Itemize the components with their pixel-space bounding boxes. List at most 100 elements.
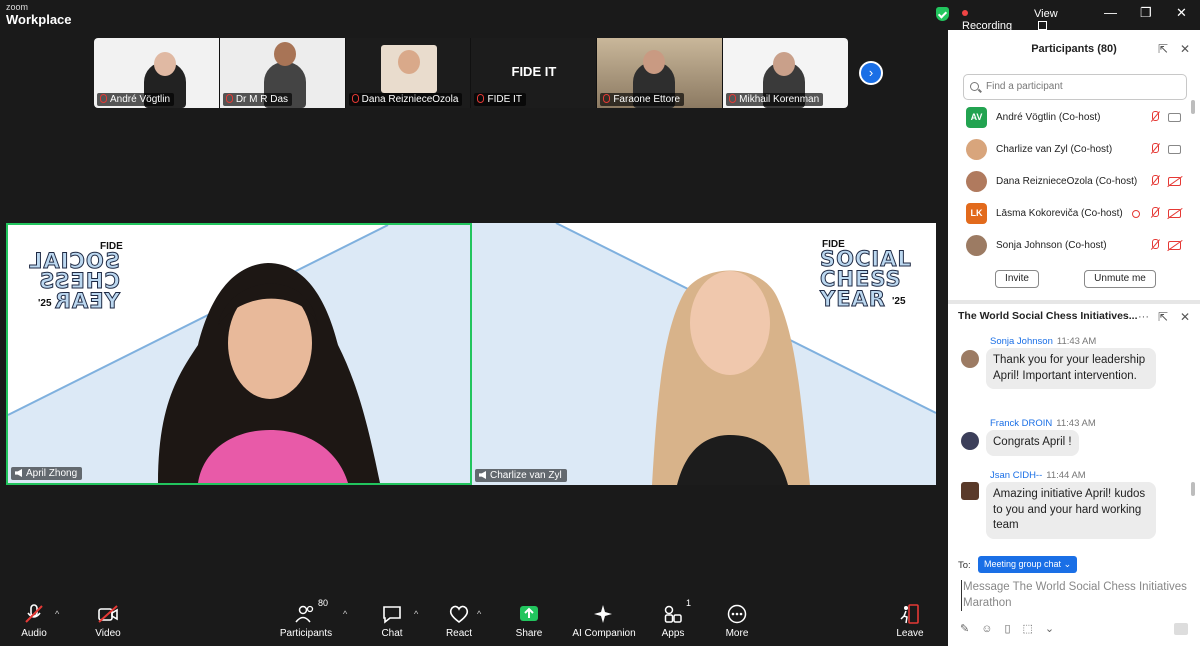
format-icon[interactable]: ✎ xyxy=(960,623,981,635)
chat-scrollbar[interactable] xyxy=(1191,482,1195,496)
sender-name: Jsan CIDH-- xyxy=(990,470,1043,481)
recipient-dropdown[interactable]: Meeting group chat ⌄ xyxy=(978,556,1078,573)
participant-row[interactable]: Sonja Johnson (Co-host) xyxy=(948,230,1200,262)
ai-companion-label: AI Companion xyxy=(572,628,636,639)
recording-dot-icon xyxy=(962,10,968,16)
recording-indicator[interactable]: Recording xyxy=(962,8,1012,32)
thumbnail-tile[interactable]: FIDE IT FIDE IT xyxy=(471,38,598,108)
message-sender: Jsan CIDH-- 11:44 AM xyxy=(990,470,1086,481)
message-sender: Franck DROIN 11:43 AM xyxy=(990,418,1096,429)
invite-button[interactable]: Invite xyxy=(995,270,1039,288)
thumbnail-name: Faraone Ettore xyxy=(613,94,681,105)
thumbnail-tile[interactable]: André Vögtlin xyxy=(94,38,220,108)
thumbnail-name-tag: Dana ReizniecеOzola xyxy=(348,93,463,106)
mic-muted-icon[interactable] xyxy=(1150,111,1159,123)
participant-head xyxy=(773,52,796,76)
video-button[interactable]: Video xyxy=(68,604,148,639)
video-tile[interactable]: FIDE SOCIAL CHESS YEAR '25 Charlize van … xyxy=(472,223,936,485)
message-sender: Sonja Johnson 11:43 AM xyxy=(990,336,1096,347)
panel-divider xyxy=(948,300,1200,304)
chat-label: Chat xyxy=(381,628,403,639)
message-input[interactable]: Message The World Social Chess Initiativ… xyxy=(961,580,1191,611)
audio-options-caret[interactable]: ^ xyxy=(55,609,59,619)
participant-name: Dana ReizniecеOzola (Co-host) xyxy=(996,176,1138,187)
participant-search-input[interactable]: Find a participant xyxy=(963,74,1187,100)
close-window-button[interactable]: ✕ xyxy=(1176,5,1187,21)
message-time: 11:44 AM xyxy=(1046,470,1086,481)
more-label: More xyxy=(725,628,749,639)
thumbnail-name-tag: Dr M R Das xyxy=(222,93,293,106)
close-panel-icon[interactable]: ✕ xyxy=(1180,42,1190,56)
message-bubble: Congrats April ! xyxy=(986,430,1079,456)
thumbnail-strip: André Vögtlin Dr M R Das Dana ReizniecеO… xyxy=(94,38,848,108)
share-button[interactable]: Share xyxy=(489,604,569,639)
camera-off-icon[interactable] xyxy=(1168,209,1181,218)
leave-button[interactable]: Leave xyxy=(870,604,950,639)
thumbnail-name: Dr M R Das xyxy=(235,94,289,105)
unmute-me-button[interactable]: Unmute me xyxy=(1084,270,1156,288)
chat-close-icon[interactable]: ✕ xyxy=(1180,310,1190,324)
avatar xyxy=(966,235,987,256)
thumbnail-tile[interactable]: Dana ReizniecеOzola xyxy=(345,38,472,108)
avatar xyxy=(961,482,979,500)
mic-muted-icon xyxy=(729,94,737,103)
participants-options-caret[interactable]: ^ xyxy=(343,609,347,619)
mic-muted-icon[interactable] xyxy=(1150,207,1159,219)
react-button[interactable]: React xyxy=(419,604,499,639)
thumbnail-name-tag: Faraone Ettore xyxy=(600,93,685,106)
screenshot-icon[interactable]: ⬚ xyxy=(1023,623,1045,635)
mic-muted-icon[interactable] xyxy=(1150,239,1159,251)
title-bar: zoom Workplace Recording View xyxy=(0,0,1058,33)
participant-name: Charlize van Zyl (Co-host) xyxy=(996,144,1113,155)
thumbnail-tile[interactable]: Faraone Ettore xyxy=(597,38,724,108)
mic-muted-icon[interactable] xyxy=(1150,143,1159,155)
participant-row[interactable]: AV André Vögtlin (Co-host) xyxy=(948,102,1200,134)
send-icon[interactable] xyxy=(1174,623,1188,635)
participant-name: Sonja Johnson (Co-host) xyxy=(996,240,1107,251)
thumbnail-name: Mikhail Korenman xyxy=(739,94,820,105)
restore-button[interactable]: ❐ xyxy=(1140,5,1152,21)
security-shield-icon[interactable] xyxy=(936,7,949,21)
minimize-button[interactable]: — xyxy=(1104,5,1117,20)
react-options-caret[interactable]: ^ xyxy=(477,609,481,619)
more-button[interactable]: More xyxy=(697,604,777,639)
participants-scrollbar[interactable] xyxy=(1191,100,1195,114)
chat-options-caret[interactable]: ^ xyxy=(414,609,418,619)
thumbnail-tile[interactable]: Dr M R Das xyxy=(219,38,346,108)
view-menu-button[interactable]: View xyxy=(1034,8,1058,32)
chat-icon xyxy=(383,606,401,624)
search-icon xyxy=(970,82,979,91)
thumbnail-name: Dana ReizniecеOzola xyxy=(361,94,459,105)
more-tools-icon[interactable]: ⌄ xyxy=(1045,623,1066,635)
camera-icon[interactable] xyxy=(1168,113,1181,122)
camera-off-icon[interactable] xyxy=(1168,241,1181,250)
participant-head xyxy=(273,42,296,66)
pop-out-icon[interactable]: ⇱ xyxy=(1158,42,1168,56)
file-icon[interactable]: ▯ xyxy=(1004,623,1022,635)
camera-off-icon[interactable] xyxy=(1168,177,1181,186)
audio-button[interactable]: Audio xyxy=(0,604,74,639)
next-page-button[interactable]: › xyxy=(859,61,883,85)
chat-pop-out-icon[interactable]: ⇱ xyxy=(1158,310,1168,324)
mic-muted-icon xyxy=(225,94,233,103)
participant-head xyxy=(397,50,420,74)
chat-more-icon[interactable]: ··· xyxy=(1138,311,1149,323)
ai-companion-button[interactable]: AI Companion xyxy=(564,604,644,639)
emoji-icon[interactable]: ☺ xyxy=(981,623,1004,635)
video-tile-active-speaker[interactable]: FIDE SOCIAL CHESS YEAR '25 April Zhong xyxy=(6,223,472,485)
brand-top: zoom xyxy=(6,2,29,12)
avatar xyxy=(961,350,979,368)
participant-head xyxy=(154,52,176,76)
thumbnail-tile[interactable]: Mikhail Korenman xyxy=(723,38,848,108)
camera-icon[interactable] xyxy=(1168,145,1181,154)
participant-row[interactable]: LK Lāsma Kokoreviča (Co-host) xyxy=(948,198,1200,230)
thumbnail-name: FIDE IT xyxy=(487,94,522,105)
mic-muted-icon[interactable] xyxy=(1150,175,1159,187)
more-icon xyxy=(727,604,747,624)
meeting-toolbar: Audio ^ Video Participants 80 ^ Chat ^ R… xyxy=(0,598,948,646)
thumbnail-name-tag: André Vögtlin xyxy=(97,93,175,106)
participants-button[interactable]: Participants xyxy=(266,604,346,639)
participant-row[interactable]: Dana ReizniecеOzola (Co-host) xyxy=(948,166,1200,198)
thumbnail-name-tag: Mikhail Korenman xyxy=(726,93,824,106)
participant-row[interactable]: Charlize van Zyl (Co-host) xyxy=(948,134,1200,166)
